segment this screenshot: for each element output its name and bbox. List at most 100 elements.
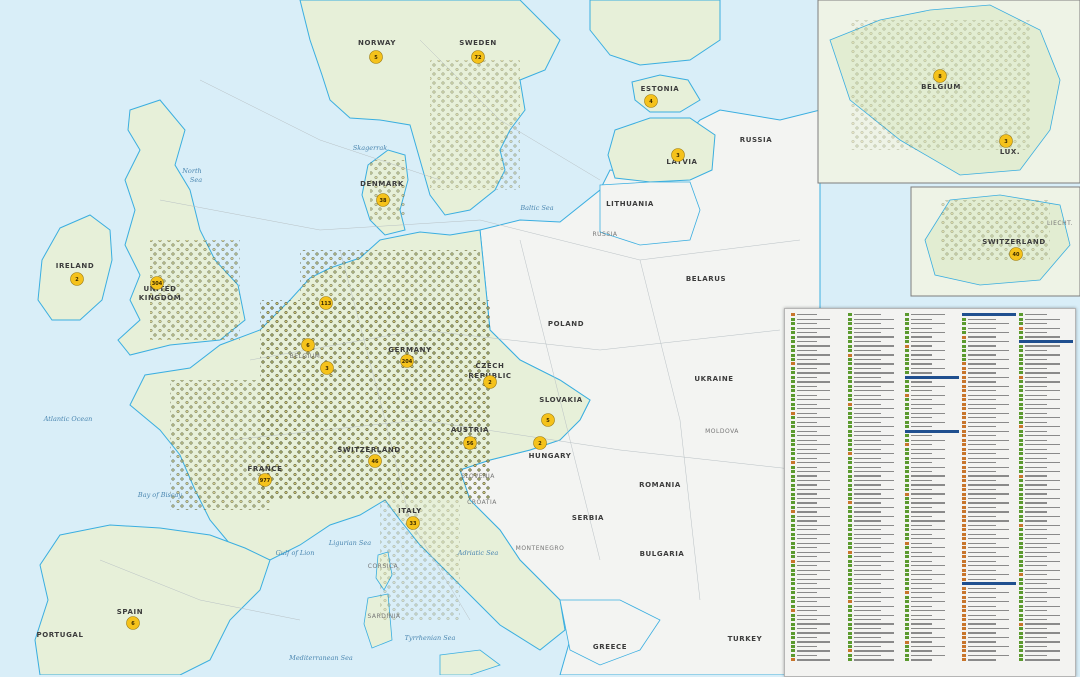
facility-count-marker[interactable]: 38: [376, 193, 390, 207]
facility-legend-panel[interactable]: [784, 308, 1076, 677]
facility-count-marker[interactable]: 113: [319, 296, 333, 310]
legend-entry: [962, 609, 1016, 613]
legend-entry-text: [854, 533, 894, 535]
inset-benelux[interactable]: [817, 0, 1080, 184]
legend-entry: [1019, 541, 1073, 545]
facility-count-marker[interactable]: 3: [999, 134, 1013, 148]
legend-entry-text: [911, 439, 945, 441]
legend-entry-text: [1025, 587, 1060, 589]
legend-swatch: [962, 465, 966, 469]
facility-count-marker[interactable]: 72: [471, 50, 485, 64]
legend-entry-text: [854, 659, 894, 661]
facility-count-marker[interactable]: 5: [369, 50, 383, 64]
legend-swatch: [905, 393, 909, 397]
legend-entry: [1019, 429, 1073, 433]
facility-count-marker[interactable]: 304: [150, 276, 164, 290]
legend-entry-text: [797, 426, 830, 428]
legend-entry-text: [968, 520, 1009, 522]
legend-swatch: [1019, 483, 1023, 487]
legend-swatch: [791, 366, 795, 370]
legend-entry-text: [968, 327, 996, 329]
legend-entry-text: [911, 493, 945, 495]
legend-swatch: [905, 609, 909, 613]
legend-entry-text: [854, 408, 894, 410]
facility-count-marker[interactable]: 33: [406, 516, 420, 530]
facility-count-marker[interactable]: 977: [258, 473, 272, 487]
legend-entry: [905, 618, 959, 622]
facility-count-marker[interactable]: 40: [1009, 247, 1023, 261]
legend-entry-text: [968, 484, 1009, 486]
legend-entry-text: [911, 578, 932, 580]
legend-swatch: [905, 389, 909, 393]
legend-entry-text: [911, 529, 945, 531]
legend-entry: [848, 532, 902, 536]
legend-swatch: [1019, 586, 1023, 590]
legend-entry-text: [854, 551, 894, 553]
legend-swatch: [962, 631, 966, 635]
legend-entry-text: [854, 587, 894, 589]
facility-count-marker[interactable]: 8: [933, 69, 947, 83]
legend-entry: [962, 537, 1016, 541]
legend-swatch: [905, 331, 909, 335]
legend-entry-text: [797, 385, 817, 387]
facility-count-marker[interactable]: 3: [671, 148, 685, 162]
facility-count-marker[interactable]: 46: [368, 454, 382, 468]
legend-swatch: [905, 658, 909, 662]
legend-entry-text: [911, 479, 932, 482]
facility-count-marker[interactable]: 204: [400, 354, 414, 368]
legend-entry: [962, 631, 1016, 635]
legend-swatch: [791, 407, 795, 411]
legend-swatch: [848, 429, 852, 433]
facility-count-marker[interactable]: 6: [126, 616, 140, 630]
legend-swatch: [962, 658, 966, 662]
legend-swatch: [1019, 528, 1023, 532]
legend-entry: [848, 362, 902, 366]
legend-swatch: [791, 362, 795, 366]
legend-swatch: [962, 438, 966, 442]
legend-entry-text: [911, 363, 932, 365]
legend-entry-text: [911, 488, 932, 491]
facility-count-marker[interactable]: 5: [541, 413, 555, 427]
count-value: 46: [372, 459, 379, 465]
legend-entry: [791, 653, 845, 657]
legend-entry: [791, 465, 845, 469]
legend-entry-text: [968, 466, 1009, 468]
legend-entry-text: [1025, 641, 1060, 643]
legend-entry: [1019, 546, 1073, 550]
facility-count-marker[interactable]: 4: [644, 94, 658, 108]
legend-entry-text: [797, 601, 817, 603]
country-label: GERMANY: [388, 346, 432, 354]
legend-swatch: [1019, 555, 1023, 559]
legend-entry-text: [1025, 529, 1047, 531]
legend-entry: [1019, 470, 1073, 474]
legend-swatch: [848, 398, 852, 402]
facility-count-marker[interactable]: 56: [463, 436, 477, 450]
legend-swatch: [791, 416, 795, 420]
facility-count-marker[interactable]: 6: [301, 338, 315, 352]
sea-label: Sea: [190, 176, 202, 184]
legend-entry-text: [1025, 376, 1047, 379]
legend-swatch: [962, 649, 966, 653]
facility-count-marker[interactable]: 2: [70, 272, 84, 286]
legend-entry-text: [797, 511, 817, 513]
legend-entry-text: [854, 318, 894, 320]
legend-entry-text: [968, 430, 1009, 432]
legend-entry-text: [797, 547, 817, 549]
legend-entry: [962, 465, 1016, 469]
legend-entry: [848, 582, 902, 586]
legend-entry-text: [1025, 520, 1047, 522]
legend-entry-text: [1025, 578, 1060, 580]
legend-entry-text: [911, 511, 945, 513]
facility-count-marker[interactable]: 2: [533, 436, 547, 450]
legend-entry-text: [797, 403, 817, 405]
country-label: UKRAINE: [694, 375, 733, 383]
legend-entry-text: [968, 592, 1009, 594]
facility-count-marker[interactable]: 3: [320, 361, 334, 375]
legend-swatch: [791, 326, 795, 330]
facility-count-marker[interactable]: 2: [483, 375, 497, 389]
legend-swatch: [1019, 429, 1023, 433]
legend-swatch: [905, 627, 909, 631]
legend-swatch: [791, 622, 795, 626]
legend-swatch: [848, 362, 852, 366]
legend-swatch: [848, 644, 852, 648]
